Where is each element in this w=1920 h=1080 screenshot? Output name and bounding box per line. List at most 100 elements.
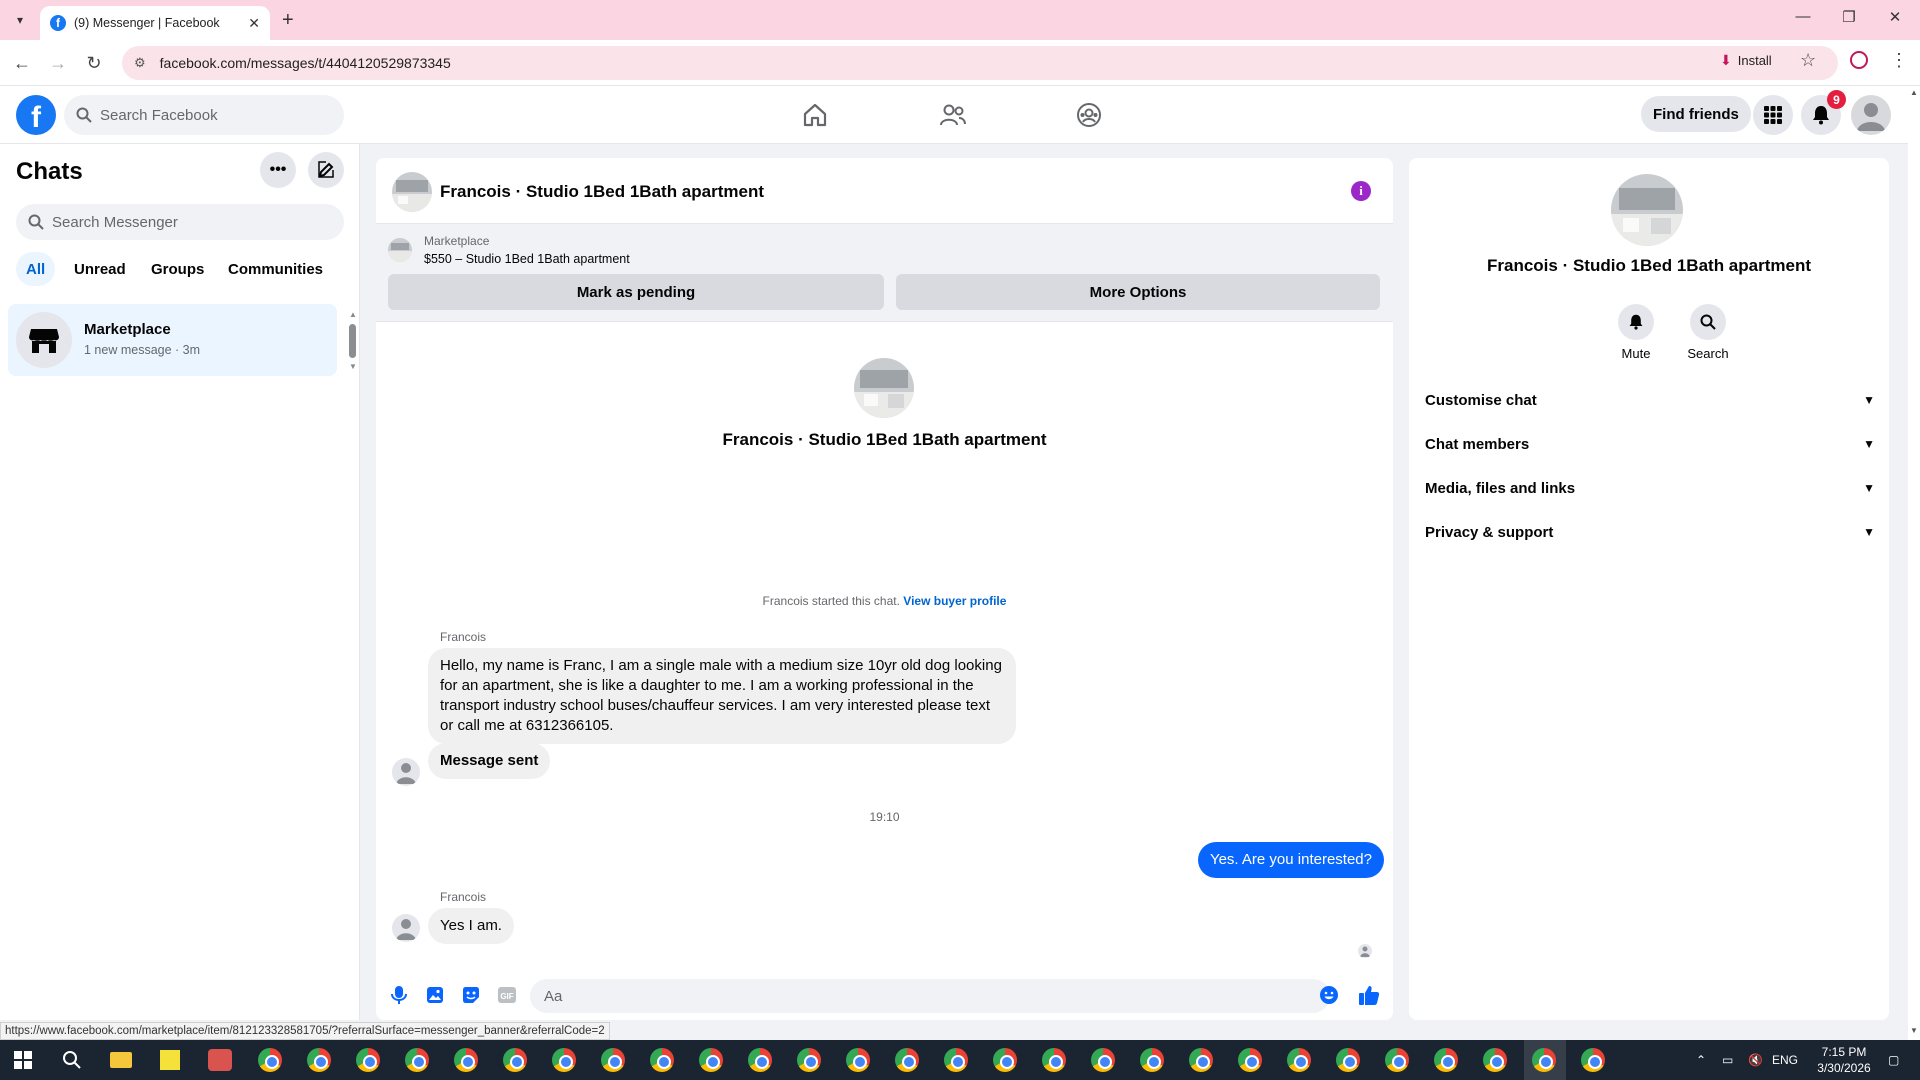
tray-chevron-icon[interactable]: ⌃ [1696, 1040, 1706, 1080]
chrome-profile-icon[interactable] [503, 1048, 527, 1072]
browser-menu-icon[interactable]: ⋮ [1890, 50, 1908, 71]
groups-icon[interactable] [1073, 100, 1105, 130]
back-icon[interactable]: ← [10, 52, 34, 74]
chrome-profile-icon[interactable] [1287, 1048, 1311, 1072]
conversation-profile-avatar[interactable] [854, 358, 914, 418]
sticker-icon[interactable] [460, 984, 482, 1006]
chrome-profile-icon[interactable] [1091, 1048, 1115, 1072]
chrome-profile-icon[interactable] [1434, 1048, 1458, 1072]
site-settings-icon[interactable]: ⚙ [134, 55, 146, 71]
home-icon[interactable] [799, 100, 831, 130]
chrome-profile-icon[interactable] [748, 1048, 772, 1072]
taskbar-clock[interactable]: 7:15 PM 3/30/2026 [1808, 1044, 1880, 1076]
chat-list-item[interactable]: Marketplace 1 new message · 3m [8, 304, 337, 376]
friends-icon[interactable] [937, 100, 969, 130]
scroll-up-icon[interactable]: ▲ [1910, 88, 1918, 97]
chrome-profile-icon[interactable] [895, 1048, 919, 1072]
mute-button[interactable]: Mute [1606, 304, 1666, 361]
message-input[interactable]: Aa [530, 979, 1330, 1013]
network-icon[interactable]: ▭ [1722, 1040, 1733, 1080]
chrome-profile-icon[interactable] [944, 1048, 968, 1072]
scroll-down-icon[interactable]: ▼ [349, 362, 357, 371]
outgoing-message[interactable]: Yes. Are you interested? [1197, 842, 1384, 878]
filter-all[interactable]: All [16, 252, 56, 286]
marketplace-banner[interactable]: Marketplace $550 – Studio 1Bed 1Bath apa… [376, 224, 1393, 322]
taskbar-search-icon[interactable] [62, 1050, 82, 1075]
more-options-button[interactable]: More Options [896, 274, 1380, 310]
incoming-message[interactable]: Hello, my name is Franc, I am a single m… [428, 648, 1016, 744]
language-indicator[interactable]: ENG [1772, 1040, 1798, 1080]
chrome-profile-icon[interactable] [1140, 1048, 1164, 1072]
tab-close-icon[interactable]: ✕ [248, 15, 260, 32]
notification-center-icon[interactable]: ▢ [1888, 1040, 1899, 1080]
tab-search-chevron-icon[interactable]: ▾ [10, 10, 30, 30]
filter-unread[interactable]: Unread [64, 252, 136, 286]
account-avatar[interactable] [1851, 95, 1891, 135]
chrome-profile-icon[interactable] [307, 1048, 331, 1072]
browser-profile-icon[interactable] [1850, 51, 1868, 69]
page-scrollbar[interactable]: ▲ ▼ [1908, 86, 1920, 1040]
menu-grid-button[interactable] [1753, 95, 1793, 135]
chrome-icon[interactable] [258, 1048, 282, 1072]
url-field[interactable]: ⚙ facebook.com/messages/t/44041205298733… [122, 46, 1838, 80]
windows-start-icon[interactable] [14, 1051, 32, 1074]
chrome-profile-icon[interactable] [1042, 1048, 1066, 1072]
chrome-profile-icon[interactable] [454, 1048, 478, 1072]
restore-icon[interactable]: ❐ [1826, 8, 1872, 26]
chrome-profile-icon[interactable] [601, 1048, 625, 1072]
new-tab-icon[interactable]: + [282, 10, 294, 30]
app-icon[interactable] [208, 1049, 232, 1071]
scrollbar-thumb[interactable] [349, 324, 356, 358]
install-button[interactable]: ⬇ Install [1720, 52, 1772, 69]
file-explorer-icon[interactable] [110, 1052, 132, 1068]
privacy-support-section[interactable]: Privacy & support ▼ [1425, 514, 1875, 550]
info-panel-avatar[interactable] [1611, 174, 1683, 246]
chrome-profile-icon[interactable] [356, 1048, 380, 1072]
gif-icon[interactable]: GIF [496, 984, 518, 1006]
chrome-profile-active-icon[interactable] [1532, 1048, 1556, 1072]
sticky-notes-icon[interactable] [160, 1050, 180, 1070]
sidebar-scrollbar[interactable]: ▲ ▼ [348, 310, 357, 371]
microphone-icon[interactable] [388, 984, 410, 1006]
close-window-icon[interactable]: ✕ [1872, 8, 1918, 26]
filter-groups[interactable]: Groups [141, 252, 214, 286]
like-thumbs-up-icon[interactable] [1358, 984, 1380, 1006]
incoming-message[interactable]: Message sent [428, 743, 551, 779]
chrome-profile-icon[interactable] [993, 1048, 1017, 1072]
chrome-profile-icon[interactable] [552, 1048, 576, 1072]
facebook-search-input[interactable]: Search Facebook [64, 95, 344, 135]
filter-communities[interactable]: Communities [218, 252, 333, 286]
conversation-title[interactable]: Francois · Studio 1Bed 1Bath apartment [440, 182, 764, 202]
media-files-links-section[interactable]: Media, files and links ▼ [1425, 470, 1875, 506]
chrome-profile-icon[interactable] [797, 1048, 821, 1072]
minimize-icon[interactable]: — [1780, 8, 1826, 25]
sender-avatar[interactable] [392, 758, 420, 786]
mark-as-pending-button[interactable]: Mark as pending [388, 274, 884, 310]
search-in-chat-button[interactable]: Search [1678, 304, 1738, 361]
messenger-search-input[interactable]: Search Messenger [16, 204, 344, 240]
chat-members-section[interactable]: Chat members ▼ [1425, 426, 1875, 462]
facebook-logo[interactable]: f [16, 95, 56, 135]
emoji-icon[interactable] [1318, 984, 1340, 1006]
scroll-down-icon[interactable]: ▼ [1910, 1026, 1918, 1035]
info-icon[interactable]: i [1351, 181, 1371, 201]
chrome-profile-icon[interactable] [1581, 1048, 1605, 1072]
sender-avatar[interactable] [392, 914, 420, 942]
chrome-profile-icon[interactable] [650, 1048, 674, 1072]
forward-icon[interactable]: → [46, 52, 70, 74]
chrome-profile-icon[interactable] [699, 1048, 723, 1072]
chrome-profile-icon[interactable] [1385, 1048, 1409, 1072]
reload-icon[interactable]: ↻ [82, 52, 106, 74]
find-friends-button[interactable]: Find friends [1641, 96, 1751, 132]
chrome-profile-icon[interactable] [1336, 1048, 1360, 1072]
conversation-avatar[interactable] [392, 172, 432, 212]
chats-options-button[interactable]: ••• [260, 152, 296, 188]
photo-icon[interactable] [424, 984, 446, 1006]
chrome-profile-icon[interactable] [1189, 1048, 1213, 1072]
view-buyer-profile-link[interactable]: View buyer profile [903, 594, 1006, 608]
incoming-message[interactable]: Yes I am. [428, 908, 514, 944]
chrome-profile-icon[interactable] [846, 1048, 870, 1072]
scroll-up-icon[interactable]: ▲ [349, 310, 357, 319]
chrome-profile-icon[interactable] [1238, 1048, 1262, 1072]
volume-muted-icon[interactable]: 🔇 [1748, 1040, 1763, 1080]
